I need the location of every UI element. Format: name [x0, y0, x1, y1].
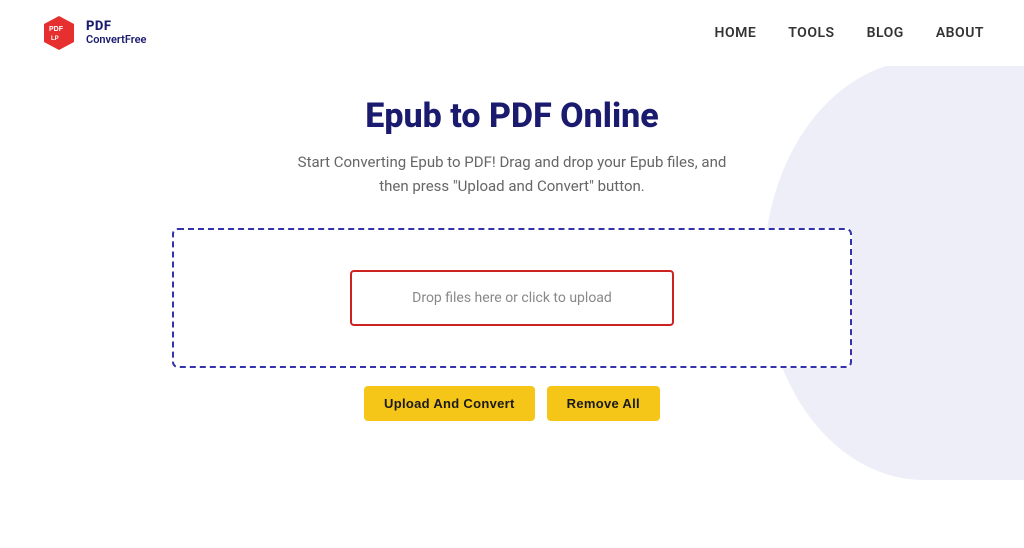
upload-convert-button[interactable]: Upload And Convert: [364, 386, 535, 421]
logo-sub-label: ConvertFree: [86, 34, 146, 46]
navbar: HOME TOOLS BLOG ABOUT: [715, 25, 984, 41]
page-title: Epub to PDF Online: [365, 96, 658, 136]
nav-tools[interactable]: TOOLS: [788, 25, 834, 41]
logo-pdf-label: PDF: [86, 20, 146, 34]
remove-all-button[interactable]: Remove All: [547, 386, 660, 421]
upload-placeholder: Drop files here or click to upload: [412, 290, 612, 306]
header: PDF LP PDF ConvertFree HOME TOOLS BLOG A…: [0, 0, 1024, 66]
main-content: Epub to PDF Online Start Converting Epub…: [0, 66, 1024, 421]
upload-inner-box: Drop files here or click to upload: [350, 270, 674, 326]
svg-text:LP: LP: [51, 36, 59, 42]
page-subtitle: Start Converting Epub to PDF! Drag and d…: [282, 150, 742, 198]
nav-about[interactable]: ABOUT: [936, 25, 984, 41]
upload-drop-zone[interactable]: Drop files here or click to upload: [172, 228, 852, 368]
nav-blog[interactable]: BLOG: [867, 25, 904, 41]
logo-text: PDF ConvertFree: [86, 20, 146, 46]
nav-home[interactable]: HOME: [715, 25, 757, 41]
svg-text:PDF: PDF: [49, 26, 64, 33]
logo-link[interactable]: PDF LP PDF ConvertFree: [40, 14, 146, 52]
action-buttons: Upload And Convert Remove All: [364, 386, 660, 421]
logo-icon: PDF LP: [40, 14, 78, 52]
